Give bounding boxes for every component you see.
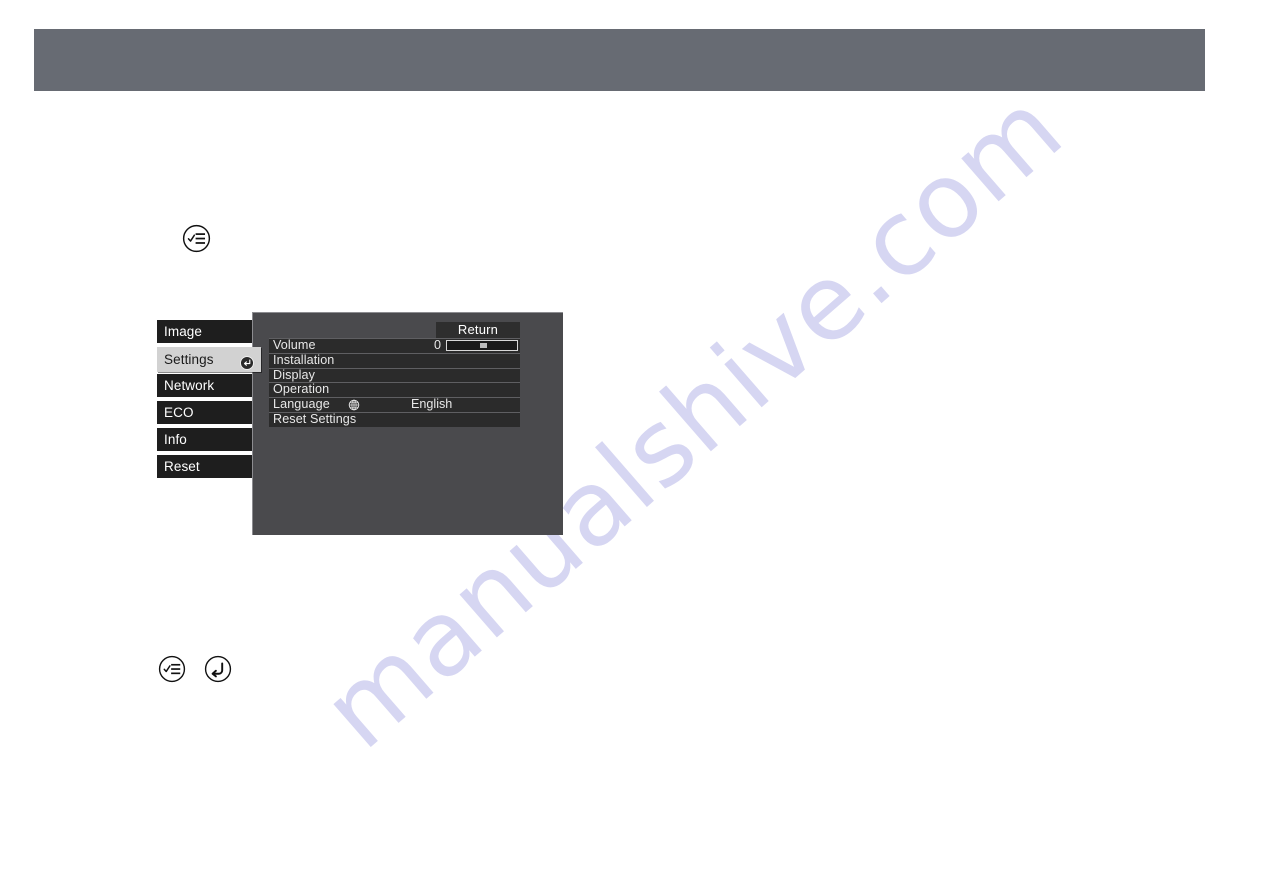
osd-content-panel: Return Volume 0 Installation Display Ope… <box>252 312 563 535</box>
language-value: English <box>411 397 453 412</box>
volume-slider[interactable] <box>446 340 518 351</box>
sidebar-item-label: ECO <box>164 405 194 420</box>
sidebar-item-settings[interactable]: Settings <box>157 347 261 372</box>
osd-return-bar: Return <box>269 322 520 338</box>
projector-osd-menu: Image Settings Network ECO Info Reset Re… <box>157 312 563 535</box>
volume-slider-thumb[interactable] <box>480 343 487 348</box>
sidebar-item-label: Settings <box>164 352 214 367</box>
menu-icon[interactable] <box>158 655 186 683</box>
osd-row-operation[interactable]: Operation <box>269 382 520 398</box>
osd-row-label: Language <box>273 397 330 412</box>
osd-row-label: Volume <box>273 338 316 352</box>
sidebar-item-label: Network <box>164 378 215 393</box>
sidebar-item-eco[interactable]: ECO <box>157 401 252 424</box>
return-button[interactable]: Return <box>436 322 520 338</box>
sidebar-item-label: Image <box>164 324 203 339</box>
sidebar-item-label: Reset <box>164 459 200 474</box>
menu-icon[interactable] <box>182 224 211 253</box>
osd-row-language[interactable]: Language English <box>269 397 520 412</box>
osd-nav-column: Image Settings Network ECO Info Reset <box>157 312 261 534</box>
osd-row-reset-settings[interactable]: Reset Settings <box>269 411 520 427</box>
osd-row-label: Operation <box>273 382 330 397</box>
osd-row-list: Return Volume 0 Installation Display Ope… <box>269 322 520 427</box>
osd-row-label: Installation <box>273 352 335 367</box>
page-header-band <box>34 29 1205 91</box>
osd-row-label: Display <box>273 367 315 382</box>
sidebar-item-reset[interactable]: Reset <box>157 455 252 478</box>
sidebar-item-network[interactable]: Network <box>157 374 252 397</box>
sidebar-item-info[interactable]: Info <box>157 428 252 451</box>
globe-icon <box>348 399 360 411</box>
sidebar-item-image[interactable]: Image <box>157 320 252 343</box>
sidebar-item-label: Info <box>164 432 187 447</box>
osd-row-label: Reset Settings <box>273 411 357 426</box>
volume-value: 0 <box>433 338 441 352</box>
osd-row-volume[interactable]: Volume 0 <box>269 338 520 353</box>
esc-back-icon[interactable] <box>204 655 232 683</box>
enter-icon <box>240 353 254 370</box>
osd-row-display[interactable]: Display <box>269 367 520 383</box>
osd-row-installation[interactable]: Installation <box>269 352 520 368</box>
